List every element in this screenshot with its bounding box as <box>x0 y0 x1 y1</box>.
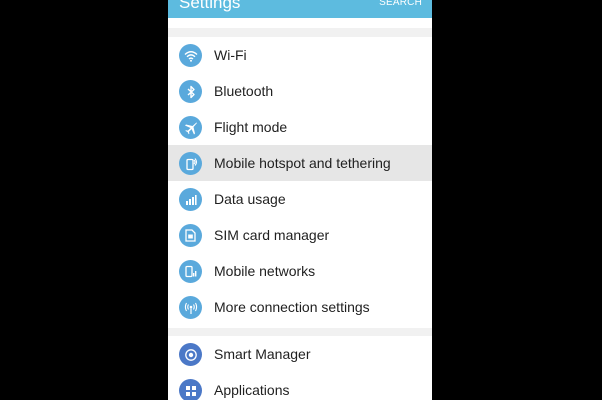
settings-screen: Settings SEARCH Wi-Fi Bluetooth Flight m… <box>168 0 432 400</box>
settings-item-label: SIM card manager <box>214 227 330 243</box>
smart-manager-icon <box>179 343 202 366</box>
bluetooth-icon <box>179 80 202 103</box>
settings-item-mobile-hotspot[interactable]: Mobile hotspot and tethering <box>168 145 432 181</box>
settings-item-mobile-networks[interactable]: Mobile networks <box>168 253 432 289</box>
airplane-icon <box>179 116 202 139</box>
settings-item-applications[interactable]: Applications <box>168 372 432 400</box>
settings-item-label: Applications <box>214 382 290 398</box>
settings-item-label: More connection settings <box>214 299 370 315</box>
data-usage-icon <box>179 188 202 211</box>
search-button[interactable]: SEARCH <box>379 0 422 9</box>
settings-item-sim-card-manager[interactable]: SIM card manager <box>168 217 432 253</box>
settings-item-label: Mobile networks <box>214 263 316 279</box>
settings-item-label: Flight mode <box>214 119 288 135</box>
app-bar: Settings SEARCH <box>168 0 432 18</box>
device-group: Smart Manager Applications <box>168 336 432 400</box>
settings-item-data-usage[interactable]: Data usage <box>168 181 432 217</box>
settings-item-label: Data usage <box>214 191 286 207</box>
settings-item-more-connection-settings[interactable]: More connection settings <box>168 289 432 325</box>
wifi-icon <box>179 44 202 67</box>
connections-group: Wi-Fi Bluetooth Flight mode Mobile hotsp… <box>168 37 432 325</box>
sim-card-icon <box>179 224 202 247</box>
settings-item-smart-manager[interactable]: Smart Manager <box>168 336 432 372</box>
settings-item-label: Mobile hotspot and tethering <box>214 155 391 171</box>
section-divider <box>168 328 432 336</box>
settings-item-bluetooth[interactable]: Bluetooth <box>168 73 432 109</box>
more-connections-icon <box>179 296 202 319</box>
section-gap <box>168 18 432 37</box>
mobile-network-icon <box>179 260 202 283</box>
settings-item-label: Bluetooth <box>214 83 274 99</box>
settings-item-wifi[interactable]: Wi-Fi <box>168 37 432 73</box>
page-title: Settings <box>179 0 241 12</box>
settings-item-label: Smart Manager <box>214 346 311 362</box>
settings-item-flight-mode[interactable]: Flight mode <box>168 109 432 145</box>
applications-icon <box>179 379 202 400</box>
hotspot-icon <box>179 152 202 175</box>
settings-item-label: Wi-Fi <box>214 47 247 63</box>
